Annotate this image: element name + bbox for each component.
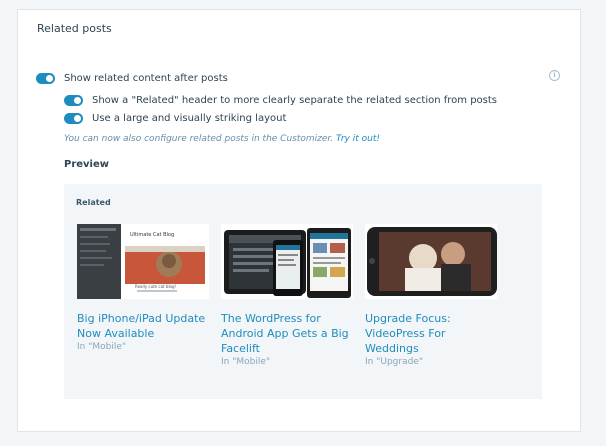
post-title[interactable]: The WordPress for Android App Gets a Big… bbox=[221, 311, 353, 356]
post-title[interactable]: Big iPhone/iPad Update Now Available bbox=[77, 311, 209, 341]
related-post-1[interactable]: Ultimate Cat Blog Really cute cat blog! … bbox=[77, 224, 209, 352]
post-thumbnail[interactable]: Ultimate Cat Blog Really cute cat blog! bbox=[77, 224, 209, 299]
post-category: In "Upgrade" bbox=[365, 357, 423, 367]
settings-card-header: Related posts bbox=[17, 9, 581, 49]
show-header-toggle[interactable] bbox=[64, 95, 83, 106]
post-title[interactable]: Upgrade Focus: VideoPress For Weddings bbox=[365, 311, 497, 356]
card-title: Related posts bbox=[37, 22, 112, 35]
customizer-note: You can now also configure related posts… bbox=[64, 134, 380, 144]
show-header-label: Show a "Related" header to more clearly … bbox=[92, 95, 497, 106]
post-category: In "Mobile" bbox=[221, 357, 271, 367]
info-icon[interactable]: i bbox=[549, 70, 560, 81]
try-it-out-link[interactable]: Try it out! bbox=[336, 134, 380, 144]
show-related-label: Show related content after posts bbox=[64, 73, 228, 84]
large-layout-toggle[interactable] bbox=[64, 113, 83, 124]
thumb-blog-title: Ultimate Cat Blog bbox=[130, 232, 175, 238]
show-related-toggle[interactable] bbox=[36, 73, 55, 84]
thumb-post-title: Really cute cat blog! bbox=[135, 284, 177, 289]
post-thumbnail[interactable] bbox=[221, 224, 353, 299]
post-category: In "Mobile" bbox=[77, 342, 127, 352]
preview-panel: Related Ultimate Cat Blog Really cute ca… bbox=[64, 184, 542, 399]
related-heading: Related bbox=[76, 198, 111, 207]
post-thumbnail[interactable] bbox=[365, 224, 497, 299]
related-post-2[interactable]: The WordPress for Android App Gets a Big… bbox=[221, 224, 353, 367]
related-post-3[interactable]: Upgrade Focus: VideoPress For Weddings I… bbox=[365, 224, 497, 367]
settings-card-body: Show related content after posts i Show … bbox=[17, 48, 581, 432]
preview-heading: Preview bbox=[64, 159, 110, 170]
large-layout-label: Use a large and visually striking layout bbox=[92, 113, 287, 124]
customizer-note-text: You can now also configure related posts… bbox=[64, 134, 334, 144]
